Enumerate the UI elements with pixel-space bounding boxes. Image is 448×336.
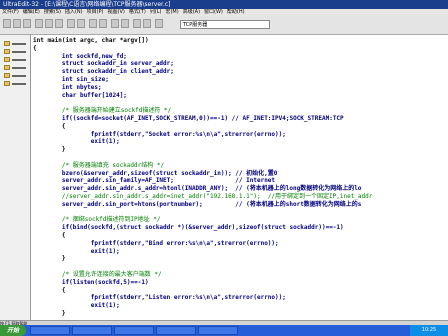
code-line: fprintf(stderr,"Listen error:%s\n\a",str… — [33, 294, 286, 302]
menu-item[interactable]: 文件(F) — [0, 9, 21, 15]
taskbar-item[interactable] — [30, 326, 70, 335]
code-line: int nbytes; — [33, 83, 102, 91]
code-line: if((sockfd=socket(AF_INET,SOCK_STREAM,0)… — [33, 115, 344, 122]
save-icon[interactable] — [23, 19, 31, 28]
tree-item[interactable] — [12, 43, 26, 45]
code-line: /* 服务器端填充 sockaddr结构 */ — [33, 161, 165, 169]
menu-item[interactable]: 编辑(E) — [21, 9, 42, 15]
taskbar-item[interactable] — [156, 326, 196, 335]
run-icon[interactable] — [143, 19, 151, 28]
redo-icon[interactable] — [77, 19, 85, 28]
help-icon[interactable] — [155, 19, 163, 28]
find-icon[interactable] — [89, 19, 97, 28]
tree-item[interactable] — [12, 59, 26, 61]
code-editor[interactable]: int main(int argc, char *argv[]){ int so… — [31, 35, 448, 320]
code-line: /* 设置允许连接的最大客户端数 */ — [33, 271, 162, 278]
code-line: int main(int argc, char *argv[]) — [33, 37, 149, 44]
menu-item[interactable]: 宏(M) — [163, 9, 180, 15]
code-line: exit(1); — [33, 138, 120, 146]
tree-item[interactable] — [12, 75, 26, 77]
menu-item[interactable]: 帮助(H) — [225, 9, 247, 15]
cut-icon[interactable] — [35, 19, 43, 28]
start-button[interactable]: 开始 — [0, 325, 26, 336]
code-line: struct sockaddr_in server_addr; — [33, 60, 174, 68]
title-bar: UltraEdit-32 - [E:\课程\C语言\网络编程\TCP服务器\se… — [0, 0, 448, 9]
print-icon[interactable] — [111, 19, 119, 28]
code-line: int sockfd,new_fd; — [33, 52, 127, 60]
code-line: server_addr.sin_family=AF_INET; // Inter… — [33, 177, 276, 185]
open-file-icon[interactable] — [13, 19, 21, 28]
menu-bar: 文件(F) 编辑(E) 搜索(S) 插入(N) 项目(P) 视图(V) 格式(T) 列(L) 宏… — [0, 9, 448, 16]
copy-icon[interactable] — [45, 19, 53, 28]
code-line: { — [33, 44, 37, 52]
code-line: { — [33, 286, 66, 294]
taskbar-item[interactable] — [198, 326, 238, 335]
code-line: char buffer[1024]; — [33, 91, 127, 99]
code-line: fprintf(stderr,"Bind error:%s\n\a",strer… — [33, 239, 279, 247]
code-line: } — [33, 310, 66, 317]
menu-item[interactable]: 视图(V) — [106, 9, 127, 15]
folder-icon — [4, 41, 10, 46]
menu-item[interactable]: 搜索(S) — [42, 9, 63, 15]
paste-icon[interactable] — [55, 19, 63, 28]
tree-item[interactable] — [12, 83, 26, 85]
folder-icon — [4, 57, 10, 62]
code-line: server_addr.sin_port=htons(portnumber); … — [33, 200, 362, 208]
editor-window: UltraEdit-32 - [E:\课程\C语言\网络编程\TCP服务器\se… — [0, 0, 448, 336]
undo-icon[interactable] — [67, 19, 75, 28]
folder-icon — [4, 49, 10, 54]
replace-icon[interactable] — [99, 19, 107, 28]
folder-icon — [4, 81, 10, 86]
taskbar-item[interactable] — [72, 326, 112, 335]
code-line: } — [33, 255, 66, 263]
code-line: /* 捆绑sockfd描述符到IP地址 */ — [33, 216, 161, 224]
code-line: int sin_size; — [33, 76, 109, 83]
code-line: fprintf(stderr,"Socket error:%s\n\a",str… — [33, 130, 286, 138]
taskbar-item[interactable] — [114, 326, 154, 335]
taskbar: 开始 10:25 — [0, 325, 448, 336]
menu-item[interactable]: 插入(N) — [63, 9, 85, 15]
file-tree-panel[interactable] — [0, 35, 31, 320]
code-line: struct sockaddr_in client_addr; — [33, 68, 174, 76]
code-line: exit(1); — [33, 302, 120, 310]
code-line: server_addr.sin_addr.s_addr=htonl(INADDR… — [33, 185, 362, 193]
code-line: if(listen(sockfd,5)==-1) — [33, 278, 149, 286]
menu-item[interactable]: 高级(A) — [181, 9, 202, 15]
code-line: if(bind(sockfd,(struct sockaddr *)(&serv… — [33, 224, 344, 232]
new-file-icon[interactable] — [3, 19, 11, 28]
menu-item[interactable]: 窗口(W) — [202, 9, 225, 15]
folder-icon — [4, 73, 10, 78]
window-title: UltraEdit-32 - [E:\课程\C语言\网络编程\TCP服务器\se… — [3, 1, 171, 8]
project-combo[interactable]: TCP服务器 — [180, 20, 270, 29]
code-line: /* 服务器端开始建立sockfd描述符 */ — [33, 107, 172, 115]
tree-item[interactable] — [12, 51, 26, 53]
compile-icon[interactable] — [133, 19, 141, 28]
code-line: { — [33, 232, 66, 239]
code-line: { — [33, 122, 66, 130]
toolbar: TCP服务器 优酷 — [0, 16, 448, 57]
folder-icon — [4, 65, 10, 70]
tree-item[interactable] — [12, 67, 26, 69]
system-tray-clock[interactable]: 10:25 — [410, 325, 448, 336]
code-line: exit(1); — [33, 247, 120, 255]
code-line: } — [33, 146, 66, 154]
menu-item[interactable]: 列(L) — [148, 9, 164, 15]
code-line: bzero(&server_addr,sizeof(struct sockadd… — [33, 169, 278, 177]
code-line: //server_addr.sin_addr.s_addr=inet_addr(… — [33, 193, 373, 200]
menu-item[interactable]: 项目(P) — [85, 9, 106, 15]
word-wrap-icon[interactable] — [121, 19, 129, 28]
menu-item[interactable]: 格式(T) — [127, 9, 148, 15]
